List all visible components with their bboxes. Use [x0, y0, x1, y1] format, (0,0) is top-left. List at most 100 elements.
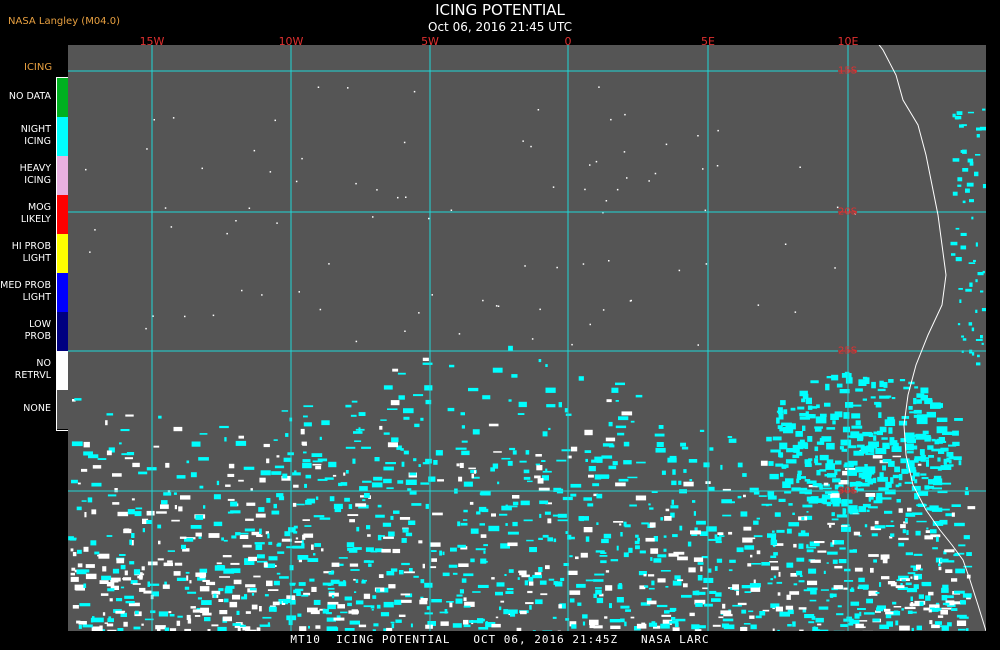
no-retrieval-patch [545, 565, 550, 570]
icing-patch [663, 535, 667, 538]
icing-patch [519, 460, 527, 463]
icing-patch [628, 547, 633, 553]
icing-patch [770, 539, 778, 546]
legend-label-line: LIGHT [22, 291, 51, 303]
icing-patch [695, 602, 703, 607]
icing-patch [831, 512, 835, 517]
no-retrieval-patch [312, 463, 322, 466]
icing-patch [616, 545, 619, 551]
icing-patch [898, 474, 903, 481]
icing-patch [117, 628, 124, 631]
icing-patch [447, 407, 455, 412]
no-retrieval-patch [700, 566, 703, 572]
no-retrieval-patch [390, 400, 400, 406]
icing-patch [617, 584, 623, 590]
icing-patch [664, 610, 670, 614]
icing-patch [851, 404, 862, 407]
no-retrieval-patch [823, 482, 829, 486]
icing-patch [479, 492, 489, 495]
no-retrieval-speck [261, 294, 263, 296]
icing-patch [862, 376, 868, 380]
no-retrieval-patch [299, 626, 307, 631]
icing-patch [759, 611, 766, 616]
no-retrieval-patch [419, 599, 428, 605]
icing-patch [394, 599, 402, 605]
icing-patch [951, 504, 961, 507]
no-retrieval-patch [358, 624, 367, 628]
no-retrieval-patch [225, 484, 231, 487]
icing-patch [890, 520, 894, 523]
icing-patch [557, 519, 568, 522]
no-retrieval-patch [186, 614, 191, 620]
no-retrieval-patch [123, 621, 128, 627]
icing-patch [505, 591, 514, 594]
no-retrieval-patch [311, 586, 317, 592]
no-retrieval-patch [463, 619, 469, 625]
no-retrieval-patch [799, 629, 804, 631]
icing-patch [847, 460, 858, 466]
icing-patch [302, 459, 311, 463]
icing-patch [461, 578, 467, 583]
icing-patch [874, 525, 886, 529]
no-retrieval-patch [266, 458, 270, 464]
icing-patch [770, 449, 781, 453]
icing-patch [230, 501, 238, 507]
icing-patch [835, 460, 842, 465]
icing-patch [634, 540, 640, 545]
icing-patch [728, 569, 733, 572]
icing-patch [888, 460, 895, 467]
no-retrieval-patch [244, 630, 252, 631]
icing-patch [806, 511, 809, 513]
icing-patch [591, 459, 598, 463]
icing-patch [273, 439, 278, 441]
icing-patch [90, 540, 97, 546]
no-retrieval-patch [449, 602, 453, 608]
icing-patch [680, 442, 686, 447]
icing-patch [743, 623, 751, 625]
no-retrieval-patch [83, 441, 90, 448]
no-retrieval-patch [793, 543, 797, 548]
no-retrieval-patch [219, 610, 228, 615]
icing-patch [592, 483, 600, 487]
icing-patch [455, 447, 467, 450]
icing-patch [814, 458, 819, 464]
icing-patch [308, 625, 310, 629]
legend-label-line: NONE [23, 402, 51, 414]
icing-patch [780, 472, 784, 477]
no-retrieval-speck [317, 86, 320, 88]
icing-patch [375, 514, 385, 518]
icing-patch [963, 535, 970, 540]
icing-patch [545, 387, 556, 393]
icing-patch [756, 517, 760, 520]
no-retrieval-patch [463, 597, 467, 601]
icing-patch [204, 617, 211, 622]
no-retrieval-speck [616, 188, 619, 191]
icing-patch [916, 393, 925, 398]
icing-patch [492, 367, 503, 373]
icing-patch [449, 364, 455, 368]
no-retrieval-patch [535, 454, 542, 457]
no-retrieval-speck [212, 314, 215, 317]
icing-map [68, 45, 986, 631]
no-retrieval-patch [401, 599, 412, 603]
no-retrieval-speck [605, 200, 608, 202]
icing-patch [413, 575, 419, 578]
icing-patch [616, 597, 624, 603]
icing-patch [911, 485, 921, 491]
icing-patch [776, 417, 780, 424]
no-retrieval-patch [272, 601, 280, 606]
icing-patch [975, 154, 981, 156]
icing-patch [386, 571, 395, 576]
no-retrieval-patch [105, 420, 108, 426]
no-retrieval-patch [580, 552, 588, 558]
icing-patch [971, 216, 974, 220]
icing-patch [106, 413, 114, 416]
icing-patch [827, 551, 838, 555]
no-retrieval-patch [124, 457, 133, 460]
icing-patch [116, 598, 123, 602]
no-retrieval-patch [648, 574, 655, 577]
icing-patch [774, 512, 781, 517]
icing-patch [403, 416, 410, 420]
icing-patch [856, 488, 864, 491]
icing-patch [76, 506, 82, 511]
